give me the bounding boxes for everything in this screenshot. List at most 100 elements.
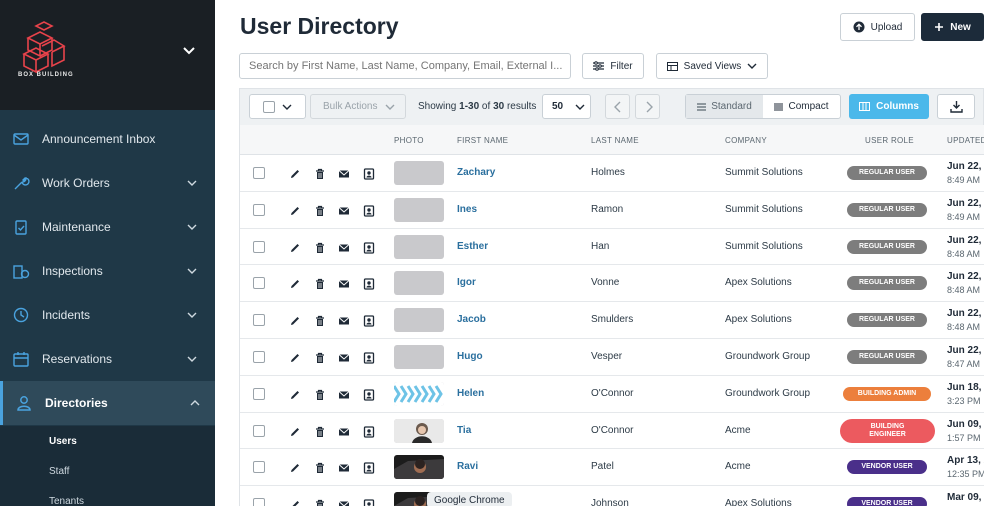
email-icon[interactable] <box>338 241 350 253</box>
sidebar-item-incidents[interactable]: Incidents <box>0 293 215 337</box>
edit-pencil-icon[interactable] <box>289 461 301 473</box>
first-name-link[interactable]: Hugo <box>457 351 483 362</box>
contact-card-icon[interactable] <box>363 388 375 401</box>
edit-pencil-icon[interactable] <box>289 277 301 289</box>
last-name: Han <box>591 240 610 252</box>
download-button[interactable] <box>937 94 975 119</box>
first-name-link[interactable]: Jacob <box>457 314 486 325</box>
email-icon[interactable] <box>338 498 350 506</box>
contact-card-icon[interactable] <box>363 498 375 506</box>
edit-pencil-icon[interactable] <box>289 241 301 253</box>
sidebar-item-directories[interactable]: Directories <box>0 381 215 425</box>
per-page-select[interactable]: 50 <box>542 94 591 119</box>
email-icon[interactable] <box>338 277 350 289</box>
delete-trash-icon[interactable] <box>314 425 326 437</box>
delete-trash-icon[interactable] <box>314 351 326 363</box>
select-all-dropdown[interactable] <box>249 94 306 119</box>
sidebar-item-inspections[interactable]: Inspections <box>0 249 215 293</box>
sidebar-item-announcement-inbox[interactable]: Announcement Inbox <box>0 117 215 161</box>
updated-date: Apr 13, 2 <box>947 455 984 467</box>
contact-card-icon[interactable] <box>363 241 375 254</box>
subnav-item-users[interactable]: Users <box>0 426 215 456</box>
edit-pencil-icon[interactable] <box>289 388 301 400</box>
row-checkbox[interactable] <box>253 203 265 216</box>
delete-trash-icon[interactable] <box>314 204 326 216</box>
contact-card-icon[interactable] <box>363 167 375 180</box>
next-page-button[interactable] <box>635 94 660 119</box>
column-header-first-name[interactable]: FIRST NAME <box>457 136 508 145</box>
edit-pencil-icon[interactable] <box>289 425 301 437</box>
delete-trash-icon[interactable] <box>314 388 326 400</box>
first-name-link[interactable]: Helen <box>457 388 484 399</box>
bulk-actions-label: Bulk Actions <box>323 101 378 112</box>
subnav-item-tenants[interactable]: Tenants <box>0 486 215 506</box>
chevron-down-icon[interactable] <box>182 44 196 58</box>
first-name-link[interactable]: Tia <box>457 425 471 436</box>
last-name: O'Connor <box>591 387 634 399</box>
previous-page-button[interactable] <box>605 94 630 119</box>
column-header-company[interactable]: COMPANY <box>725 136 767 145</box>
edit-pencil-icon[interactable] <box>289 204 301 216</box>
delete-trash-icon[interactable] <box>314 241 326 253</box>
edit-pencil-icon[interactable] <box>289 314 301 326</box>
filter-button[interactable]: Filter <box>582 53 644 79</box>
email-icon[interactable] <box>338 425 350 437</box>
column-header-updated[interactable]: UPDATED <box>947 136 984 145</box>
email-icon[interactable] <box>338 204 350 216</box>
columns-button[interactable]: Columns <box>849 94 929 119</box>
standard-view-button[interactable]: Standard <box>686 95 763 118</box>
row-checkbox[interactable] <box>253 461 265 474</box>
first-name-link[interactable]: Esther <box>457 241 488 252</box>
row-checkbox[interactable] <box>253 498 265 506</box>
compact-view-button[interactable]: Compact <box>763 95 840 118</box>
column-header-last-name[interactable]: LAST NAME <box>591 136 639 145</box>
email-icon[interactable] <box>338 351 350 363</box>
row-checkbox[interactable] <box>253 314 265 327</box>
edit-pencil-icon[interactable] <box>289 351 301 363</box>
row-checkbox[interactable] <box>253 424 265 437</box>
new-button[interactable]: New <box>921 13 984 41</box>
column-header-user-role[interactable]: USER ROLE <box>865 136 914 145</box>
saved-views-dropdown[interactable]: Saved Views <box>656 53 768 79</box>
contact-card-icon[interactable] <box>363 204 375 217</box>
row-checkbox[interactable] <box>253 350 265 363</box>
first-name-link[interactable]: Igor <box>457 277 476 288</box>
row-checkbox[interactable] <box>253 167 265 179</box>
email-icon[interactable] <box>338 388 350 400</box>
delete-trash-icon[interactable] <box>314 314 326 327</box>
search-input[interactable] <box>239 53 571 79</box>
contact-card-icon[interactable] <box>363 314 375 327</box>
sidebar-item-maintenance[interactable]: Maintenance <box>0 205 215 249</box>
bulk-actions-dropdown[interactable]: Bulk Actions <box>310 94 406 119</box>
contact-card-icon[interactable] <box>363 425 375 438</box>
email-icon[interactable] <box>338 314 350 326</box>
delete-trash-icon[interactable] <box>314 277 326 290</box>
row-checkbox[interactable] <box>253 387 265 400</box>
row-checkbox[interactable] <box>253 240 265 253</box>
sidebar-item-reservations[interactable]: Reservations <box>0 337 215 381</box>
upload-button[interactable]: Upload <box>840 13 915 41</box>
contact-card-icon[interactable] <box>363 461 375 475</box>
first-name-link[interactable]: Ravi <box>457 461 478 472</box>
edit-pencil-icon[interactable] <box>289 498 301 506</box>
column-header-photo[interactable]: PHOTO <box>394 136 424 145</box>
select-all-checkbox[interactable] <box>263 101 275 113</box>
first-name-link[interactable]: Zachary <box>457 167 495 178</box>
delete-trash-icon[interactable] <box>314 498 326 506</box>
delete-trash-icon[interactable] <box>314 167 326 179</box>
subnav-item-staff[interactable]: Staff <box>0 456 215 486</box>
contact-card-icon[interactable] <box>363 277 375 291</box>
brand-header[interactable]: BOX BUILDING <box>0 0 215 110</box>
row-checkbox[interactable] <box>253 277 265 290</box>
first-name-link[interactable]: Ines <box>457 204 477 215</box>
table-row: Ines Ramon Summit Solutions REGULAR USER… <box>240 192 984 229</box>
contact-card-icon[interactable] <box>363 351 375 364</box>
sidebar-item-work-orders[interactable]: Work Orders <box>0 161 215 205</box>
email-icon[interactable] <box>338 167 350 179</box>
delete-trash-icon[interactable] <box>314 461 326 474</box>
updated-date: Jun 22, 2 <box>947 271 984 283</box>
chevron-down-icon <box>385 104 395 110</box>
edit-pencil-icon[interactable] <box>289 167 301 179</box>
updated-time: 8:47 AM <box>947 358 981 369</box>
email-icon[interactable] <box>338 461 350 473</box>
